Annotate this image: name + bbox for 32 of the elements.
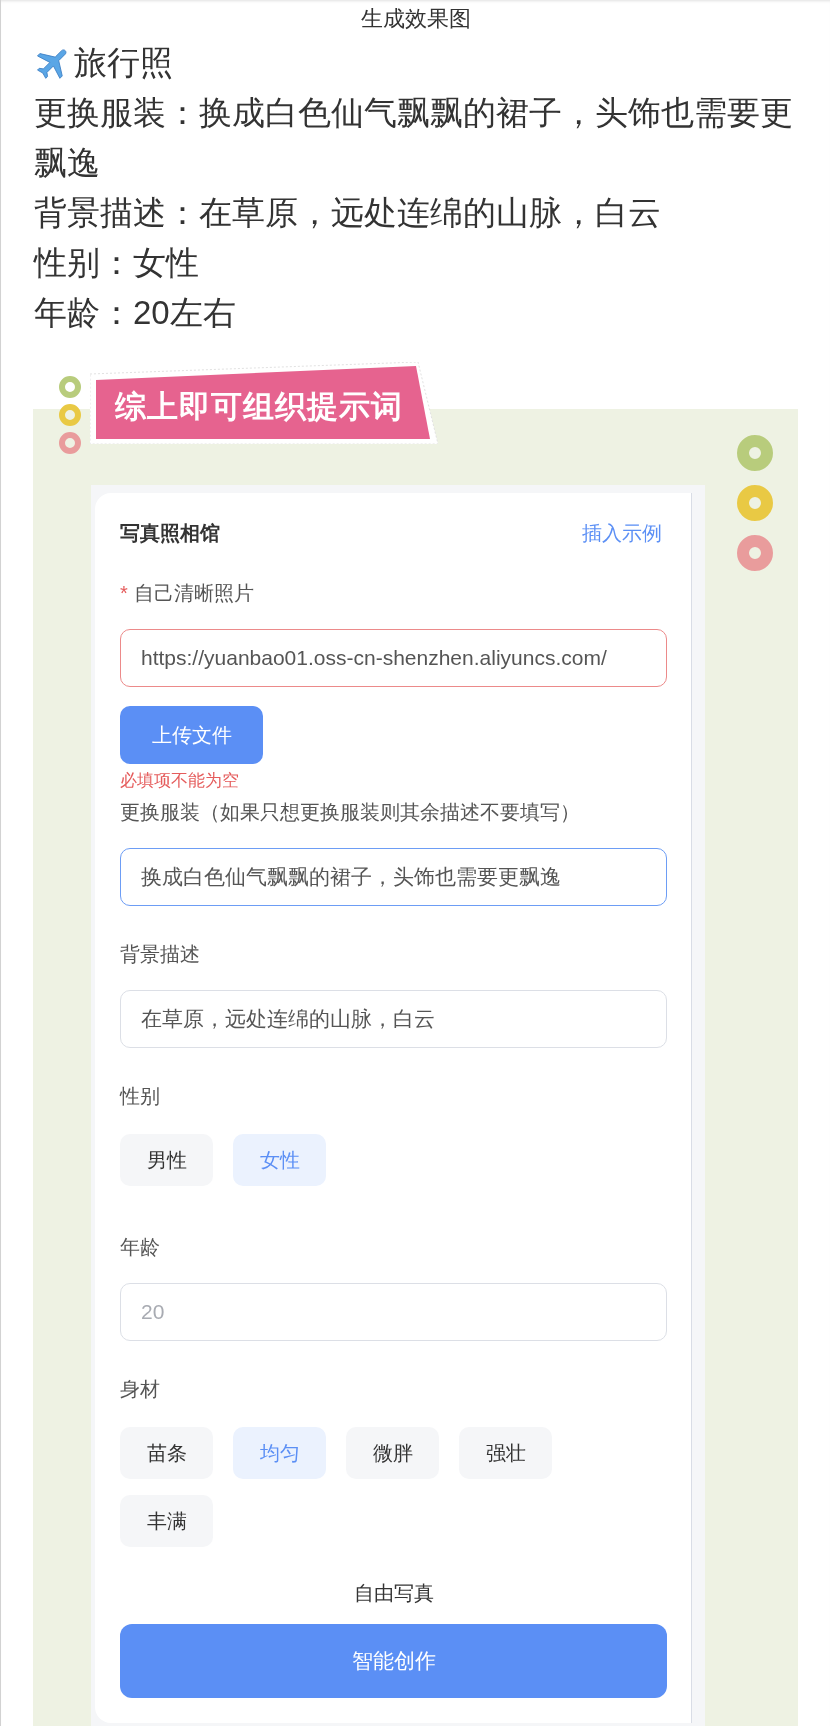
ring-icon	[737, 535, 773, 571]
field-label: 年龄	[120, 1235, 160, 1260]
ring-icon	[59, 404, 81, 426]
field-label: 自己清晰照片	[133, 581, 254, 606]
input-field[interactable]: 20	[120, 1283, 667, 1341]
ring-icon	[737, 485, 773, 521]
option-chip[interactable]: 微胖	[346, 1427, 439, 1479]
ring-icon	[737, 435, 773, 471]
input-field[interactable]: 在草原，远处连绵的山脉，白云	[120, 990, 667, 1048]
option-chip[interactable]: 丰满	[120, 1495, 213, 1547]
required-mark: *	[120, 581, 128, 606]
note-line: 更换服装：换成白色仙气飘飘的裙子，头饰也需要更飘逸	[34, 93, 794, 183]
field-label: 更换服装（如果只想更换服装则其余描述不要填写）	[120, 800, 580, 825]
note-line: 年龄：20左右	[34, 293, 237, 333]
option-chip[interactable]: 强壮	[459, 1427, 552, 1479]
page-title: 生成效果图	[360, 5, 471, 33]
field-label: 性别	[120, 1084, 160, 1109]
ring-icon	[59, 432, 81, 454]
option-chip[interactable]: 男性	[120, 1134, 213, 1186]
form-title: 写真照相馆	[120, 521, 220, 546]
note-title: 旅行照	[74, 43, 173, 83]
option-chip[interactable]: 苗条	[120, 1427, 213, 1479]
input-field[interactable]: 换成白色仙气飘飘的裙子，头饰也需要更飘逸	[120, 848, 667, 906]
field-label: 身材	[120, 1377, 160, 1402]
input-field[interactable]: https://yuanbao01.oss-cn-shenzhen.aliyuncs.com/	[120, 629, 667, 687]
mode-label: 自由写真	[353, 1581, 434, 1606]
ring-icon	[59, 376, 81, 398]
field-label: 背景描述	[120, 942, 200, 967]
note-line: 性别：女性	[34, 243, 200, 283]
banner-heading: 综上即可组织提示词	[90, 362, 438, 444]
error-message: 必填项不能为空	[120, 770, 239, 792]
note-line: 背景描述：在草原，远处连绵的山脉，白云	[34, 193, 662, 233]
